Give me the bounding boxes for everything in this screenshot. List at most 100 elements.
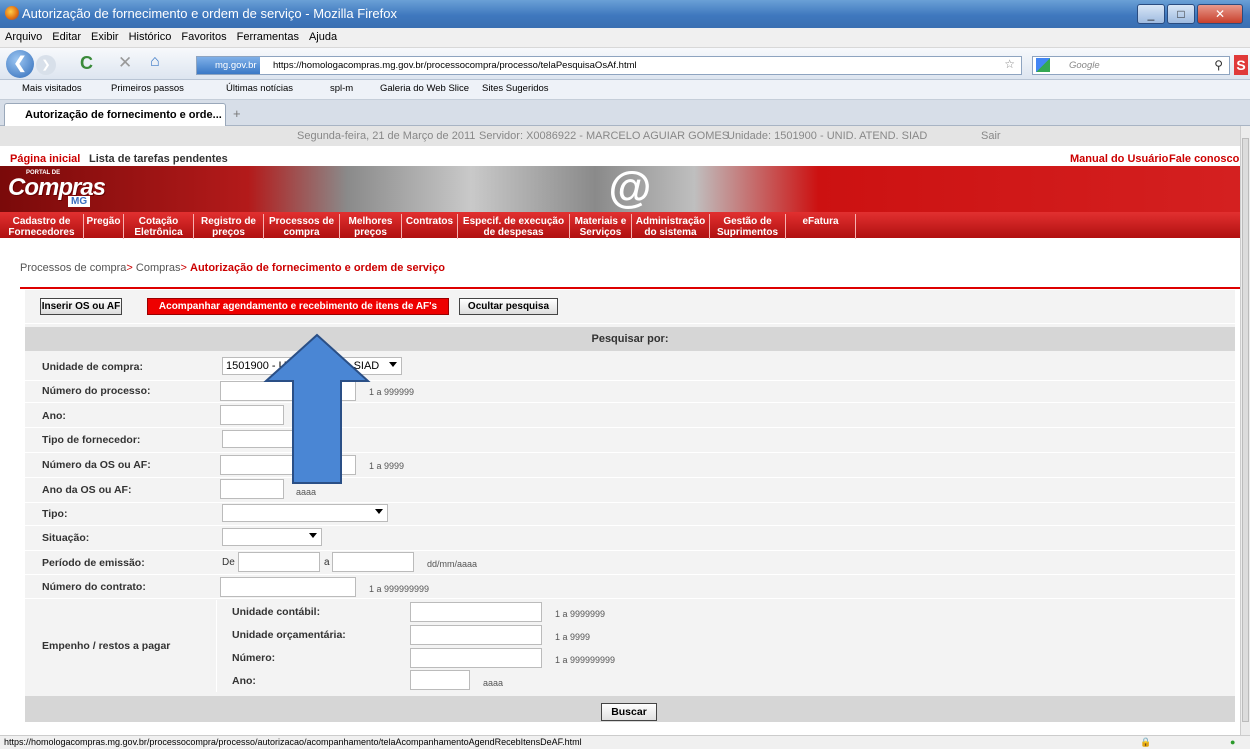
unidade-orcamentaria-hint: 1 a 9999 [555, 632, 591, 642]
periodo-start-input[interactable] [238, 552, 320, 572]
breadcrumb-processos[interactable]: Processos de compra [20, 262, 126, 274]
numero-os-hint: 1 a 9999 [369, 461, 405, 471]
bookmark-mais-visitados[interactable]: Mais visitados [22, 83, 82, 94]
numero-processo-hint: 1 a 999999 [369, 387, 415, 397]
unidade-orcamentaria-label: Unidade orçamentária: [232, 629, 346, 641]
empenho-numero-input[interactable] [410, 648, 542, 668]
menu-exibir[interactable]: Exibir [86, 28, 124, 43]
session-info-bar: Segunda-feira, 21 de Março de 2011 Servi… [0, 126, 1240, 146]
tab-current[interactable]: Autorização de fornecimento e orde... [4, 103, 226, 127]
search-placeholder: Google [1069, 60, 1100, 71]
bookmark-spl-m[interactable]: spl-m [330, 83, 353, 94]
menu-contratos[interactable]: Contratos [402, 214, 458, 239]
menu-administracao-sistema[interactable]: Administração do sistema [632, 214, 710, 239]
stop-icon[interactable]: ✕ [118, 53, 132, 73]
menu-favoritos[interactable]: Favoritos [176, 28, 231, 43]
breadcrumb-compras[interactable]: Compras [136, 262, 181, 274]
menu-especif-execucao-despesas[interactable]: Especif. de execução de despesas [458, 214, 570, 239]
vertical-scrollbar[interactable] [1240, 126, 1250, 735]
unidade-compra-label: Unidade de compra: [42, 361, 143, 373]
user-unit: Unidade: 1501900 - UNID. ATEND. SIAD [727, 130, 928, 142]
chevron-down-icon [309, 533, 317, 538]
track-af-items-button[interactable]: Acompanhar agendamento e recebimento de … [147, 298, 449, 315]
menu-ajuda[interactable]: Ajuda [304, 28, 342, 43]
periodo-end-input[interactable] [332, 552, 414, 572]
menu-editar[interactable]: Editar [47, 28, 86, 43]
bookmark-galeria-web-slice[interactable]: Galeria do Web Slice [380, 83, 469, 94]
annotation-arrow [263, 333, 371, 484]
window-title: Autorização de fornecimento e ordem de s… [22, 6, 397, 21]
close-button[interactable]: ✕ [1197, 4, 1243, 24]
back-icon[interactable]: ❮ [6, 50, 34, 78]
addon-s-icon[interactable]: S [1234, 55, 1248, 75]
contrato-hint: 1 a 999999999 [369, 584, 430, 594]
bookmark-star-icon[interactable]: ☆ [1004, 56, 1015, 73]
at-sign-graphic: @ [608, 163, 652, 212]
search-form [25, 324, 1235, 720]
tasks-link[interactable]: Lista de tarefas pendentes [89, 153, 228, 165]
menu-cotacao-eletronica[interactable]: Cotação Eletrônica [124, 214, 194, 239]
status-bar: https://homologacompras.mg.gov.br/proces… [0, 735, 1250, 749]
search-button[interactable]: Buscar [601, 703, 657, 721]
empenho-numero-hint: 1 a 999999999 [555, 655, 616, 665]
search-heading: Pesquisar por: [25, 327, 1235, 351]
contact-link[interactable]: Fale conosco [1169, 153, 1239, 165]
unidade-orcamentaria-input[interactable] [410, 625, 542, 645]
contrato-input[interactable] [220, 577, 356, 597]
situacao-select[interactable] [222, 528, 322, 546]
ano-label: Ano: [42, 410, 66, 422]
forward-icon[interactable]: ❯ [36, 55, 56, 75]
minimize-button[interactable]: _ [1137, 4, 1165, 24]
url-text: https://homologacompras.mg.gov.br/proces… [273, 60, 637, 71]
empenho-label: Empenho / restos a pagar [42, 640, 171, 652]
home-link[interactable]: Página inicial [10, 153, 80, 165]
menu-melhores-precos[interactable]: Melhores preços [340, 214, 402, 239]
url-bar[interactable]: mg.gov.br https://homologacompras.mg.gov… [196, 56, 1022, 75]
menu-efatura[interactable]: eFatura [786, 214, 856, 239]
server-user: Servidor: X0086922 - MARCELO AGUIAR GOME… [479, 130, 730, 142]
menu-ferramentas[interactable]: Ferramentas [232, 28, 304, 43]
status-url: https://homologacompras.mg.gov.br/proces… [4, 737, 582, 747]
compras-mg-logo[interactable]: PORTAL DE Compras MG [6, 170, 106, 208]
logout-link[interactable]: Sair [981, 130, 1001, 142]
menu-cadastro-fornecedores[interactable]: Cadastro de Fornecedores [0, 214, 84, 239]
search-icon[interactable]: ⚲ [1214, 57, 1223, 74]
unidade-contabil-input[interactable] [410, 602, 542, 622]
periodo-label: Período de emissão: [42, 557, 145, 569]
scroll-thumb[interactable] [1242, 138, 1249, 722]
home-icon[interactable]: ⌂ [150, 53, 160, 71]
tipo-fornecedor-label: Tipo de fornecedor: [42, 434, 141, 446]
periodo-de-text: De [222, 557, 235, 568]
user-manual-link[interactable]: Manual do Usuário [1070, 153, 1168, 165]
breadcrumb-current: Autorização de fornecimento e ordem de s… [190, 262, 445, 274]
window-title-bar: Autorização de fornecimento e ordem de s… [0, 0, 1250, 28]
menu-arquivo[interactable]: Arquivo [0, 28, 47, 43]
menu-materiais-servicos[interactable]: Materiais e Serviços [570, 214, 632, 239]
maximize-button[interactable]: □ [1167, 4, 1195, 24]
ano-os-label: Ano da OS ou AF: [42, 484, 132, 496]
insert-os-af-button[interactable]: Inserir OS ou AF [40, 298, 122, 315]
ano-os-hint: aaaa [296, 487, 317, 497]
bookmark-primeiros-passos[interactable]: Primeiros passos [111, 83, 184, 94]
current-date: Segunda-feira, 21 de Março de 2011 [297, 130, 476, 142]
menu-gestao-suprimentos[interactable]: Gestão de Suprimentos [710, 214, 786, 239]
site-identity-badge[interactable]: mg.gov.br [197, 57, 260, 74]
tipo-select[interactable] [222, 504, 388, 522]
search-box[interactable]: Google ⚲ [1032, 56, 1230, 75]
reload-icon[interactable]: C [80, 53, 93, 74]
empenho-ano-input[interactable] [410, 670, 470, 690]
bookmark-sites-sugeridos[interactable]: Sites Sugeridos [482, 83, 549, 94]
menu-processos-compra[interactable]: Processos de compra [264, 214, 340, 239]
periodo-a-text: a [324, 557, 330, 568]
bookmark-ultimas-noticias[interactable]: Últimas notícias [226, 83, 293, 94]
menu-pregao[interactable]: Pregão [84, 214, 124, 239]
chevron-down-icon [375, 509, 383, 514]
menu-registro-precos[interactable]: Registro de preços [194, 214, 264, 239]
google-icon[interactable] [1036, 58, 1050, 72]
periodo-hint: dd/mm/aaaa [427, 559, 478, 569]
empenho-numero-label: Número: [232, 652, 276, 664]
menu-historico[interactable]: Histórico [124, 28, 177, 43]
hide-search-button[interactable]: Ocultar pesquisa [459, 298, 558, 315]
bookmarks-toolbar [0, 80, 1250, 100]
new-tab-button[interactable]: + [233, 106, 241, 121]
